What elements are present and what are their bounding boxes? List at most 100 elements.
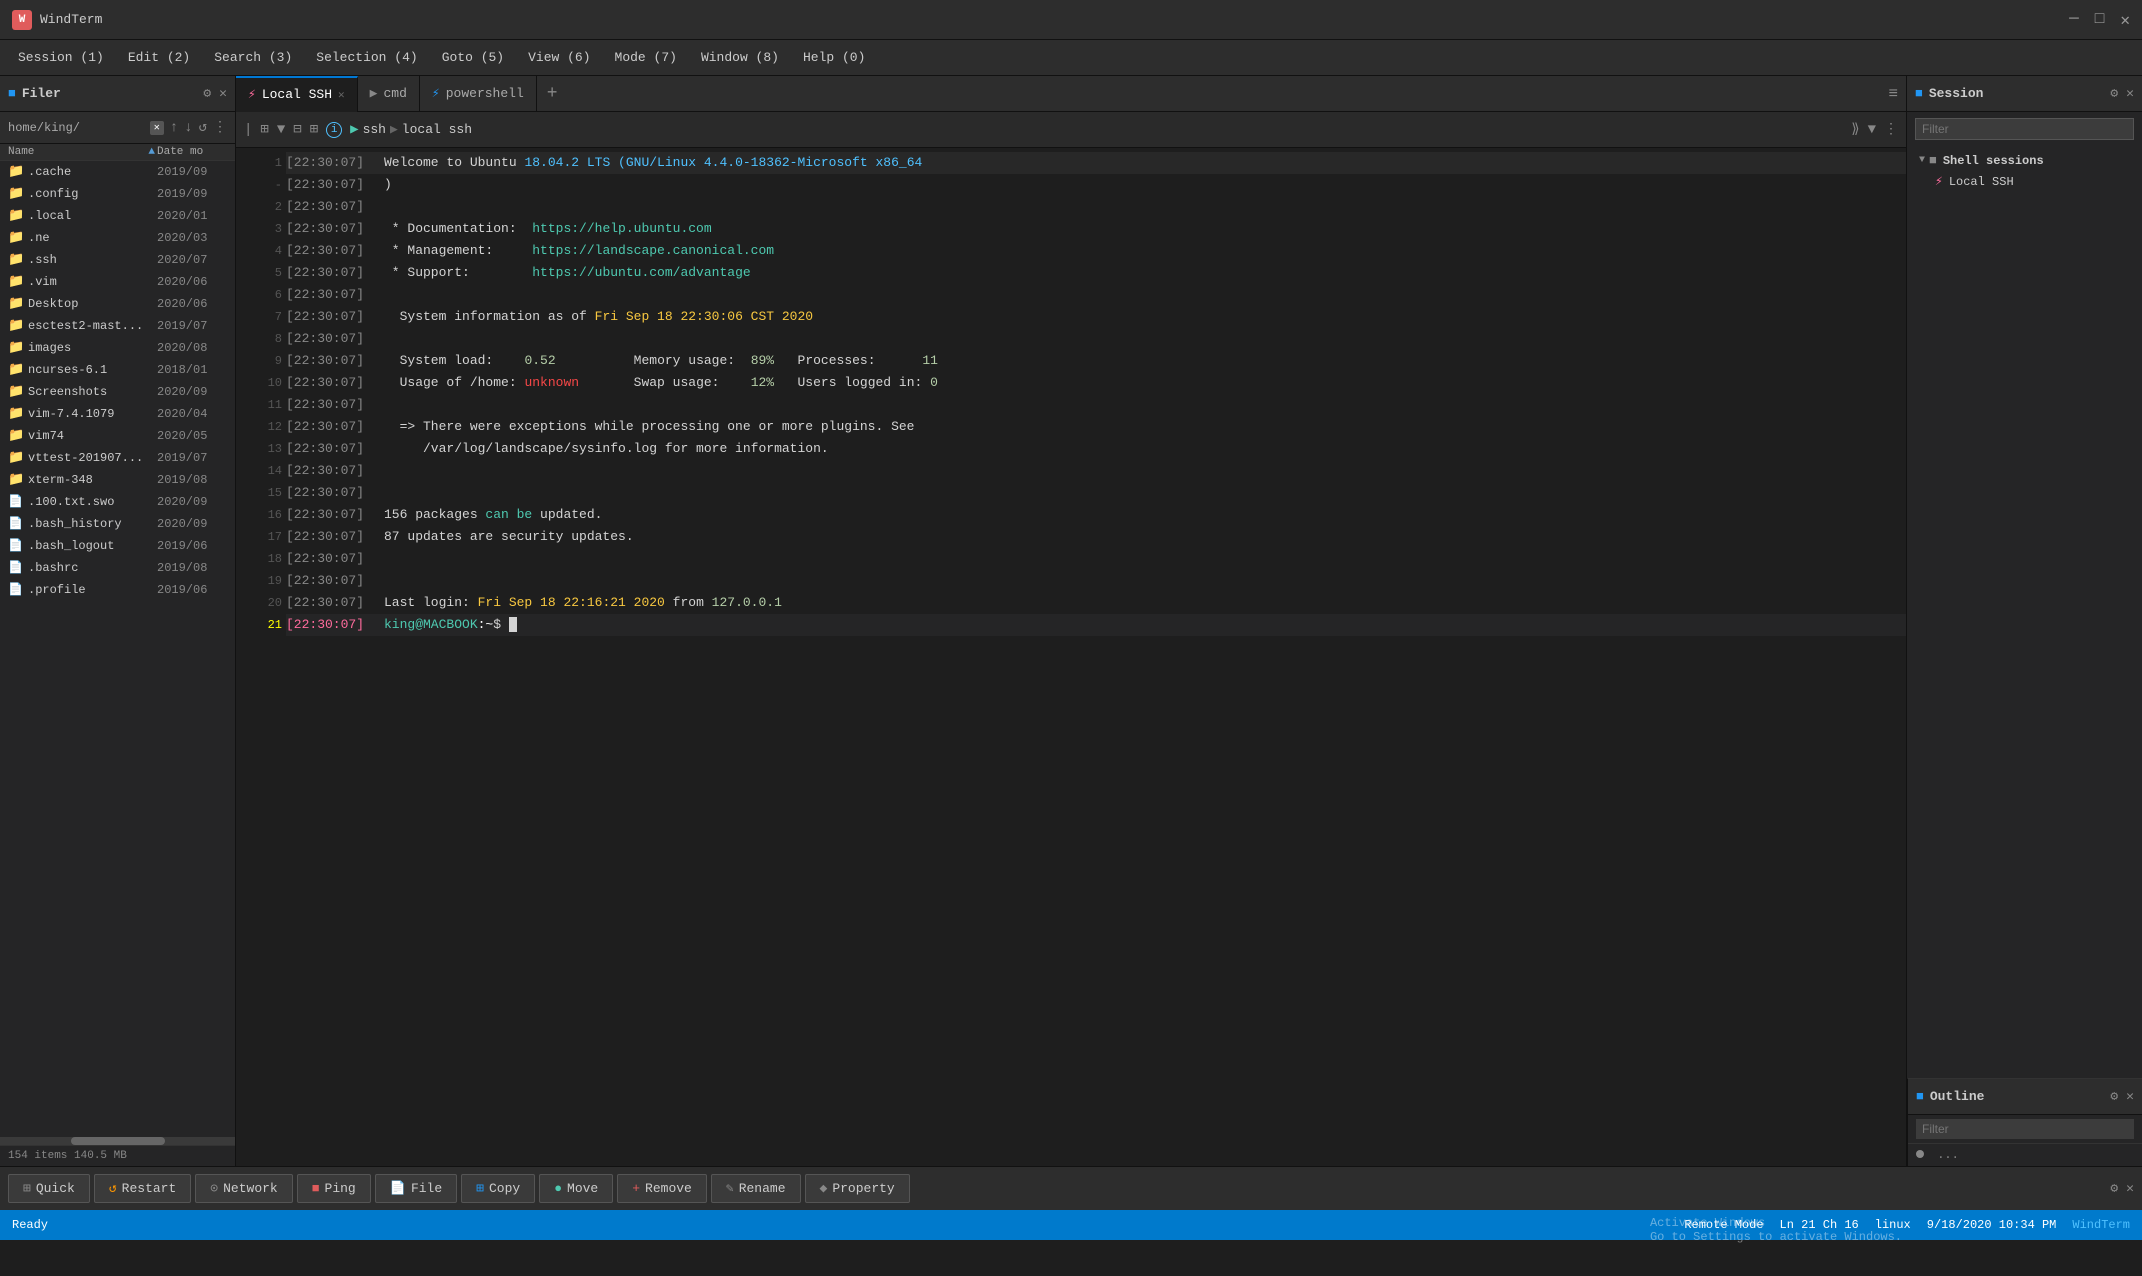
filer-item-date: 2020/09 — [157, 517, 227, 531]
term-new-tab-arrow-icon[interactable]: ▼ — [277, 122, 285, 138]
list-item[interactable]: 📁 ncurses-6.1 2018/01 — [0, 359, 235, 381]
list-item[interactable]: 📁 images 2020/08 — [0, 337, 235, 359]
status-app: WindTerm — [2072, 1218, 2130, 1232]
btn-copy[interactable]: ⊞ Copy — [461, 1174, 535, 1203]
menu-mode[interactable]: Mode (7) — [605, 46, 687, 69]
term-split-v-icon[interactable]: ⊞ — [310, 121, 318, 138]
terminal-toolbar: | ⊞ ▼ ⊟ ⊞ i ▶ ssh ▶ local ssh ⟫ ▼ ⋮ — [236, 112, 1906, 148]
terminal-line: [22:30:07] System load: 0.52 Memory usag… — [286, 350, 1906, 372]
filer-scrollbar-thumb[interactable] — [71, 1137, 165, 1145]
btn-file[interactable]: 📄 File — [375, 1174, 457, 1203]
line-num-2: 2 — [240, 196, 282, 218]
btn-move[interactable]: ● Move — [539, 1174, 613, 1203]
list-item[interactable]: 📁 .config 2019/09 — [0, 183, 235, 205]
list-item[interactable]: 📁 Screenshots 2020/09 — [0, 381, 235, 403]
term-more-icon[interactable]: ⋮ — [1884, 121, 1898, 138]
outline-icon: ■ — [1916, 1089, 1924, 1104]
filer-menu-icon[interactable]: ⋮ — [213, 119, 227, 136]
filer-scrollbar[interactable] — [0, 1137, 235, 1145]
session-panel: ■ Session ⚙ ✕ ▼ ■ Shell sessions ⚡ Local… — [1906, 76, 2142, 1166]
term-new-tab-icon[interactable]: ⊞ — [260, 121, 268, 138]
filer-path-x-icon[interactable]: ✕ — [150, 121, 164, 135]
outline-close-icon[interactable]: ✕ — [2126, 1089, 2134, 1104]
list-item[interactable]: 📄 .bash_logout 2019/06 — [0, 535, 235, 557]
list-item[interactable]: 📁 .vim 2020/06 — [0, 271, 235, 293]
list-item[interactable]: 📁 vim-7.4.1079 2020/04 — [0, 403, 235, 425]
list-item[interactable]: 📁 esctest2-mast... 2019/07 — [0, 315, 235, 337]
tab-local-ssh[interactable]: ⚡ Local SSH ✕ — [236, 76, 358, 112]
bottom-toolbar: ⊞ Quick ↺ Restart ⊙ Network ■ Ping 📄 Fil… — [0, 1166, 2142, 1210]
menu-view[interactable]: View (6) — [518, 46, 600, 69]
btn-ping[interactable]: ■ Ping — [297, 1174, 371, 1203]
tab-overflow-menu[interactable]: ≡ — [1880, 85, 1906, 103]
filer-item-name: vim-7.4.1079 — [28, 407, 157, 421]
tab-powershell[interactable]: ⚡ powershell — [420, 76, 537, 112]
tab-cmd[interactable]: ▶ cmd — [358, 76, 420, 112]
btn-rename[interactable]: ✎ Rename — [711, 1174, 801, 1203]
session-shell-icon: ■ — [1929, 153, 1937, 168]
term-info-icon[interactable]: i — [326, 122, 342, 138]
session-filter-input[interactable] — [1915, 118, 2134, 140]
list-item[interactable]: 📁 .local 2020/01 — [0, 205, 235, 227]
menu-search[interactable]: Search (3) — [204, 46, 302, 69]
list-item[interactable]: 📁 .cache 2019/09 — [0, 161, 235, 183]
term-line-text: Last login: Fri Sep 18 22:16:21 2020 fro… — [384, 592, 782, 614]
terminal-line: [22:30:07] Last login: Fri Sep 18 22:16:… — [286, 592, 1906, 614]
list-item[interactable]: 📄 .100.txt.swo 2020/09 — [0, 491, 235, 513]
maximize-icon[interactable]: □ — [2095, 10, 2105, 30]
bottom-close-icon[interactable]: ✕ — [2126, 1181, 2134, 1196]
filer-item-name: xterm-348 — [28, 473, 157, 487]
tab-add-button[interactable]: + — [537, 84, 568, 104]
session-settings-icon[interactable]: ⚙ — [2110, 86, 2118, 101]
menu-session[interactable]: Session (1) — [8, 46, 114, 69]
term-expand-icon[interactable]: ▼ — [1868, 122, 1876, 138]
line-num-14: 14 — [240, 460, 282, 482]
session-item-local-ssh[interactable]: ⚡ Local SSH — [1907, 171, 2142, 192]
filer-up-icon[interactable]: ↑ — [170, 120, 178, 136]
terminal-line: [22:30:07] — [286, 196, 1906, 218]
filer-refresh-icon[interactable]: ↺ — [199, 119, 207, 136]
menu-window[interactable]: Window (8) — [691, 46, 789, 69]
menu-edit[interactable]: Edit (2) — [118, 46, 200, 69]
btn-network[interactable]: ⊙ Network — [195, 1174, 292, 1203]
btn-remove[interactable]: + Remove — [617, 1174, 707, 1203]
list-item[interactable]: 📁 .ssh 2020/07 — [0, 249, 235, 271]
filer-item-date: 2018/01 — [157, 363, 227, 377]
term-cursor — [509, 617, 517, 632]
terminal-content[interactable]: 1 - 2 3 4 5 6 7 8 9 10 11 12 13 14 15 16… — [236, 148, 1906, 1166]
list-item[interactable]: 📁 .ne 2020/03 — [0, 227, 235, 249]
close-icon[interactable]: ✕ — [2120, 10, 2130, 30]
list-item[interactable]: 📄 .bashrc 2019/08 — [0, 557, 235, 579]
line-num-17: 17 — [240, 526, 282, 548]
tab-local-ssh-close[interactable]: ✕ — [338, 88, 345, 102]
term-split-h-icon[interactable]: ⊟ — [293, 121, 301, 138]
menu-help[interactable]: Help (0) — [793, 46, 875, 69]
session-close-icon[interactable]: ✕ — [2126, 86, 2134, 101]
filer-item-name: .vim — [28, 275, 157, 289]
list-item[interactable]: 📄 .bash_history 2020/09 — [0, 513, 235, 535]
list-item[interactable]: 📁 xterm-348 2019/08 — [0, 469, 235, 491]
session-panel-title: Session — [1929, 86, 2111, 101]
remove-icon: + — [632, 1181, 640, 1196]
terminal-line: [22:30:07] — [286, 284, 1906, 306]
menu-selection[interactable]: Selection (4) — [306, 46, 427, 69]
list-item[interactable]: 📁 vim74 2020/05 — [0, 425, 235, 447]
menu-goto[interactable]: Goto (5) — [432, 46, 514, 69]
filer-close-icon[interactable]: ✕ — [219, 86, 227, 101]
btn-property[interactable]: ◆ Property — [805, 1174, 910, 1203]
btn-quick[interactable]: ⊞ Quick — [8, 1174, 90, 1203]
list-item[interactable]: 📄 .profile 2019/06 — [0, 579, 235, 601]
minimize-icon[interactable]: ─ — [2069, 10, 2079, 30]
outline-settings-icon[interactable]: ⚙ — [2110, 1089, 2118, 1104]
filer-nav-back-icon[interactable]: ↓ — [184, 120, 192, 136]
bottom-settings-icon[interactable]: ⚙ — [2110, 1181, 2118, 1196]
term-scroll-down-icon[interactable]: ⟫ — [1851, 121, 1859, 138]
outline-filter-input[interactable] — [1916, 1119, 2134, 1139]
list-item[interactable]: 📁 vttest-201907... 2019/07 — [0, 447, 235, 469]
btn-restart[interactable]: ↺ Restart — [94, 1174, 191, 1203]
filer-settings-icon[interactable]: ⚙ — [203, 86, 211, 101]
terminal-line: [22:30:07] — [286, 328, 1906, 350]
filer-item-date: 2019/07 — [157, 451, 227, 465]
list-item[interactable]: 📁 Desktop 2020/06 — [0, 293, 235, 315]
session-group-shell[interactable]: ▼ ■ Shell sessions — [1907, 150, 2142, 171]
